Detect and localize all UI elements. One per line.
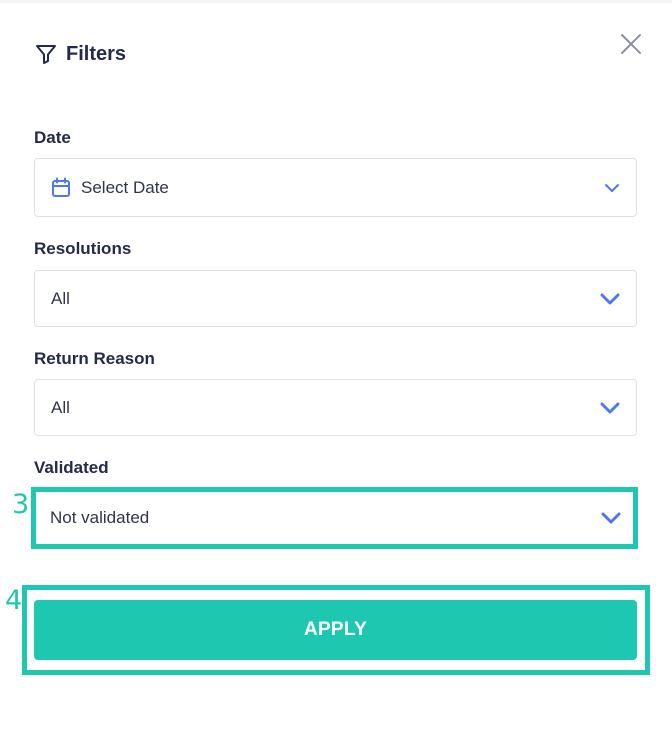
return-reason-select[interactable]: All: [34, 379, 637, 436]
filter-icon: [34, 42, 58, 66]
date-select[interactable]: Select Date: [34, 158, 637, 217]
chevron-down-icon: [601, 512, 621, 524]
validated-select[interactable]: Not validated: [34, 489, 637, 546]
calendar-icon: [51, 177, 71, 198]
resolutions-label: Resolutions: [34, 239, 132, 258]
return-reason-select-value: All: [51, 397, 70, 417]
chevron-down-icon: [604, 183, 620, 193]
resolutions-select[interactable]: All: [34, 270, 637, 327]
apply-button[interactable]: APPLY: [34, 600, 637, 660]
chevron-down-icon: [600, 402, 620, 414]
return-reason-label: Return Reason: [34, 349, 155, 368]
validated-select-value: Not validated: [50, 507, 150, 527]
date-select-value: Select Date: [81, 177, 169, 197]
filters-header: Filters: [34, 40, 126, 68]
annotation-number-4: 4: [5, 585, 23, 616]
resolutions-select-value: All: [51, 288, 70, 308]
date-label: Date: [34, 128, 71, 147]
chevron-down-icon: [600, 293, 620, 305]
validated-label: Validated: [34, 458, 109, 477]
annotation-number-3: 3: [12, 489, 30, 520]
top-divider: [0, 0, 672, 3]
close-icon[interactable]: [620, 33, 642, 55]
page-title: Filters: [66, 42, 127, 65]
